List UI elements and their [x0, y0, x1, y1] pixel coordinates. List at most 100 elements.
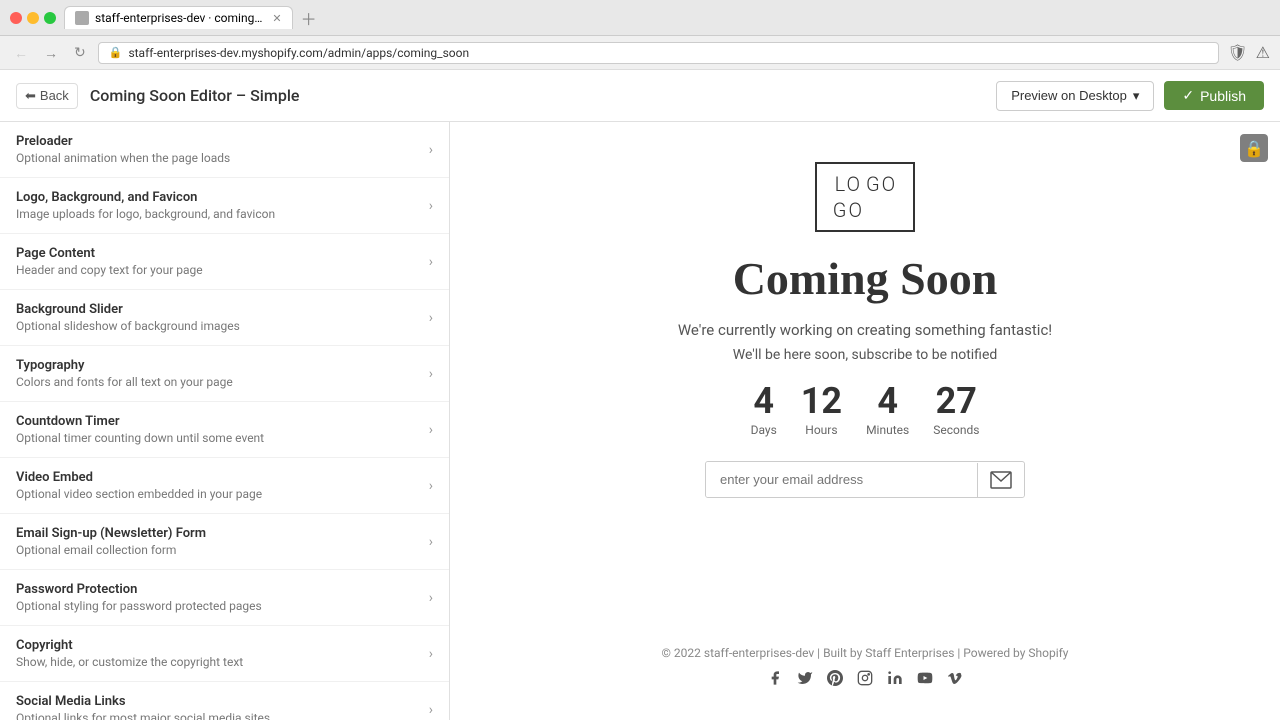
sidebar-item-page-content-content: Page Content Header and copy text for yo…: [16, 246, 419, 277]
sidebar-item-copyright[interactable]: Copyright Show, hide, or customize the c…: [0, 626, 449, 682]
new-tab-icon[interactable]: ＋: [301, 6, 317, 30]
nav-forward-button[interactable]: →: [40, 43, 62, 63]
chevron-right-icon: ›: [429, 590, 433, 606]
preview-panel: 🔒 LO GO GO Coming Soon We're currently w…: [450, 122, 1280, 720]
sidebar-item-social-media-title: Social Media Links: [16, 694, 419, 709]
sidebar-item-email-signup-content: Email Sign-up (Newsletter) Form Optional…: [16, 526, 419, 557]
sidebar-item-page-content-title: Page Content: [16, 246, 419, 261]
sidebar-item-background-slider-desc: Optional slideshow of background images: [16, 319, 419, 333]
sidebar-item-email-signup[interactable]: Email Sign-up (Newsletter) Form Optional…: [0, 514, 449, 570]
sidebar-item-page-content-desc: Header and copy text for your page: [16, 263, 419, 277]
logo-br: [866, 198, 897, 222]
extension-icon-2[interactable]: ⚠: [1256, 43, 1270, 62]
instagram-icon[interactable]: [857, 670, 873, 690]
chevron-right-icon: ›: [429, 702, 433, 718]
sidebar-item-password-protection[interactable]: Password Protection Optional styling for…: [0, 570, 449, 626]
countdown-minutes: 4 Minutes: [866, 383, 909, 437]
twitter-icon[interactable]: [797, 670, 813, 690]
countdown-seconds: 27 Seconds: [933, 383, 979, 437]
sidebar-item-email-signup-title: Email Sign-up (Newsletter) Form: [16, 526, 419, 541]
sidebar-item-background-slider[interactable]: Background Slider Optional slideshow of …: [0, 290, 449, 346]
sidebar-item-background-slider-content: Background Slider Optional slideshow of …: [16, 302, 419, 333]
sidebar-item-social-media[interactable]: Social Media Links Optional links for mo…: [0, 682, 449, 720]
email-submit-button[interactable]: [977, 463, 1024, 497]
sidebar-item-preloader-content: Preloader Optional animation when the pa…: [16, 134, 419, 165]
countdown-days-label: Days: [751, 423, 777, 437]
email-form: [705, 461, 1025, 498]
coming-soon-subscribe: We'll be here soon, subscribe to be noti…: [733, 347, 998, 363]
logo-box: LO GO GO: [815, 162, 915, 232]
address-text: staff-enterprises-dev.myshopify.com/admi…: [128, 46, 469, 60]
browser-tab[interactable]: staff-enterprises-dev · coming… ✕: [64, 6, 293, 29]
logo-tl: LO: [833, 172, 864, 196]
nav-refresh-button[interactable]: ↻: [70, 42, 90, 63]
facebook-icon[interactable]: [767, 670, 783, 690]
lock-icon[interactable]: 🔒: [1240, 134, 1268, 162]
sidebar-item-countdown[interactable]: Countdown Timer Optional timer counting …: [0, 402, 449, 458]
sidebar-item-email-signup-desc: Optional email collection form: [16, 543, 419, 557]
sidebar-item-logo-content: Logo, Background, and Favicon Image uplo…: [16, 190, 419, 221]
countdown-days-value: 4: [753, 383, 774, 419]
back-icon: ⬅: [25, 88, 36, 104]
chevron-right-icon: ›: [429, 366, 433, 382]
countdown-minutes-label: Minutes: [866, 423, 909, 437]
tab-close-icon[interactable]: ✕: [272, 12, 281, 25]
address-bar[interactable]: 🔒 staff-enterprises-dev.myshopify.com/ad…: [98, 42, 1220, 64]
sidebar-item-video-embed-title: Video Embed: [16, 470, 419, 485]
address-lock-icon: 🔒: [109, 46, 123, 59]
preview-button[interactable]: Preview on Desktop ▾: [996, 81, 1154, 111]
page-title: Coming Soon Editor – Simple: [90, 86, 300, 105]
sidebar-item-preloader[interactable]: Preloader Optional animation when the pa…: [0, 122, 449, 178]
send-icon: [990, 471, 1012, 489]
nav-back-button[interactable]: ←: [10, 43, 32, 63]
chevron-right-icon: ›: [429, 254, 433, 270]
main-layout: Preloader Optional animation when the pa…: [0, 122, 1280, 720]
sidebar-item-video-embed[interactable]: Video Embed Optional video section embed…: [0, 458, 449, 514]
logo-bl: GO: [833, 198, 864, 222]
dot-yellow: [27, 12, 39, 24]
preview-frame: 🔒 LO GO GO Coming Soon We're currently w…: [450, 122, 1280, 720]
sidebar-item-preloader-desc: Optional animation when the page loads: [16, 151, 419, 165]
sidebar-item-background-slider-title: Background Slider: [16, 302, 419, 317]
sidebar-item-typography[interactable]: Typography Colors and fonts for all text…: [0, 346, 449, 402]
back-button[interactable]: ⬅ Back: [16, 83, 78, 109]
sidebar-item-logo-title: Logo, Background, and Favicon: [16, 190, 419, 205]
sidebar-item-logo[interactable]: Logo, Background, and Favicon Image uplo…: [0, 178, 449, 234]
sidebar-item-password-protection-content: Password Protection Optional styling for…: [16, 582, 419, 613]
back-label: Back: [40, 88, 69, 103]
linkedin-icon[interactable]: [887, 670, 903, 690]
countdown-seconds-value: 27: [936, 383, 977, 419]
countdown-hours-label: Hours: [805, 423, 837, 437]
publish-label: Publish: [1200, 88, 1246, 104]
publish-button[interactable]: ✓ Publish: [1164, 81, 1264, 110]
countdown-hours-value: 12: [801, 383, 842, 419]
email-input[interactable]: [706, 462, 977, 497]
extension-icon-1[interactable]: 🛡: [1227, 43, 1247, 62]
logo-tr: GO: [866, 172, 897, 196]
preview-label: Preview on Desktop: [1011, 88, 1127, 103]
pinterest-icon[interactable]: [827, 670, 843, 690]
sidebar-item-copyright-desc: Show, hide, or customize the copyright t…: [16, 655, 419, 669]
sidebar-item-video-embed-desc: Optional video section embedded in your …: [16, 487, 419, 501]
vimeo-icon[interactable]: [947, 670, 963, 690]
dot-green: [44, 12, 56, 24]
chevron-right-icon: ›: [429, 422, 433, 438]
sidebar-item-password-protection-title: Password Protection: [16, 582, 419, 597]
sidebar: Preloader Optional animation when the pa…: [0, 122, 450, 720]
app-header-left: ⬅ Back Coming Soon Editor – Simple: [16, 83, 299, 109]
sidebar-item-countdown-content: Countdown Timer Optional timer counting …: [16, 414, 419, 445]
app-header: ⬅ Back Coming Soon Editor – Simple Previ…: [0, 70, 1280, 122]
browser-actions: 🛡 ⚠: [1227, 43, 1270, 62]
sidebar-item-countdown-desc: Optional timer counting down until some …: [16, 431, 419, 445]
sidebar-item-password-protection-desc: Optional styling for password protected …: [16, 599, 419, 613]
countdown-hours: 12 Hours: [801, 383, 842, 437]
coming-soon-title: Coming Soon: [733, 252, 998, 305]
social-icons: [662, 670, 1069, 690]
sidebar-item-page-content[interactable]: Page Content Header and copy text for yo…: [0, 234, 449, 290]
sidebar-item-countdown-title: Countdown Timer: [16, 414, 419, 429]
chevron-right-icon: ›: [429, 198, 433, 214]
app-header-right: Preview on Desktop ▾ ✓ Publish: [996, 81, 1264, 111]
sidebar-item-video-embed-content: Video Embed Optional video section embed…: [16, 470, 419, 501]
coming-soon-subtitle: We're currently working on creating some…: [678, 321, 1052, 339]
youtube-icon[interactable]: [917, 670, 933, 690]
